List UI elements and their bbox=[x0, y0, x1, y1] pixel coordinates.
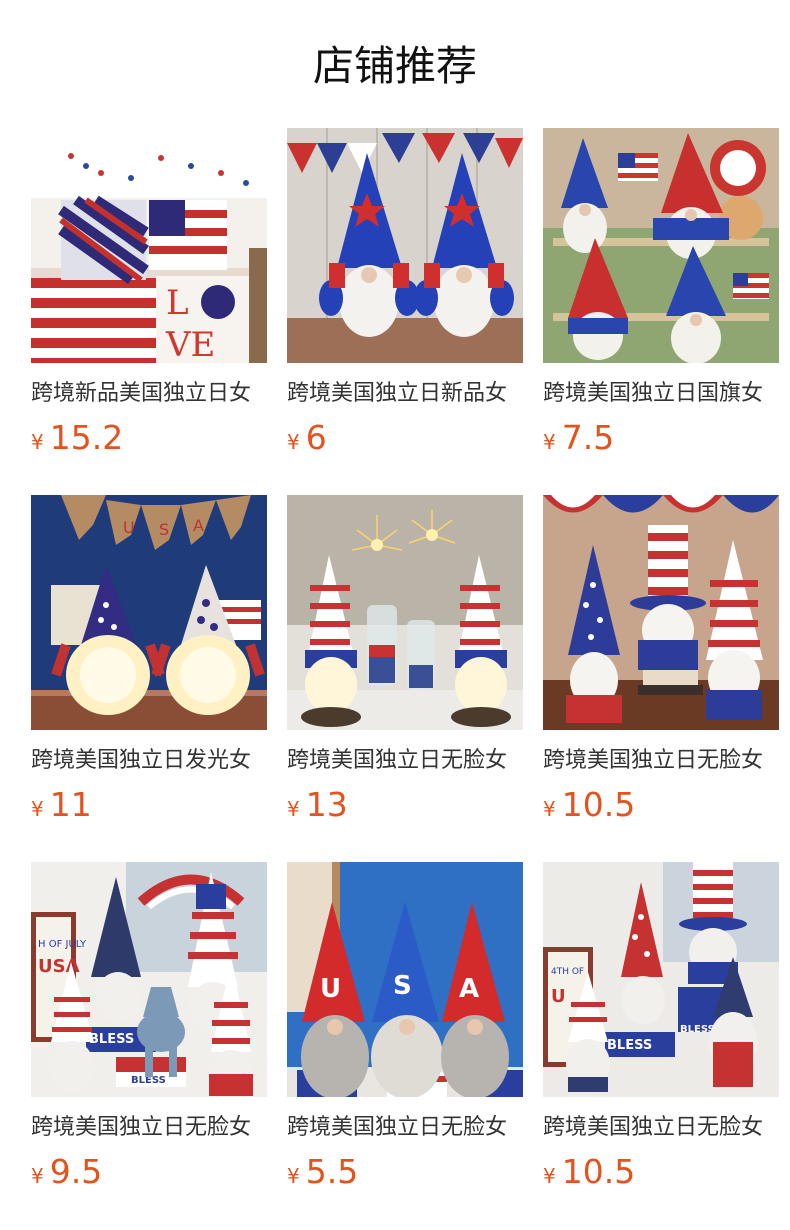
price-amount: 5.5 bbox=[305, 1152, 359, 1191]
product-card[interactable]: 跨境美国独立日新品女 ¥6 bbox=[287, 128, 523, 457]
product-card[interactable]: U S A 跨境美国独立日无脸女 ¥5.5 bbox=[287, 862, 523, 1191]
product-card[interactable]: U S A 跨境美国独立日发光女 ¥ 11 bbox=[31, 495, 267, 824]
product-price: ¥13 bbox=[287, 785, 523, 831]
svg-text:BLESS: BLESS bbox=[607, 1038, 652, 1053]
product-name[interactable]: 跨境美国独立日无脸女 bbox=[287, 1114, 523, 1142]
fourth-of-july-gnomes-image: H OF JULY USA BLESS BLESS bbox=[31, 862, 267, 1097]
svg-text:S: S bbox=[159, 520, 169, 539]
page-title: 店铺推荐 bbox=[313, 42, 477, 90]
product-price: ¥9.5 bbox=[31, 1152, 267, 1198]
uncle-sam-gnomes-image bbox=[543, 495, 779, 730]
product-name[interactable]: 跨境美国独立日国旗女 bbox=[543, 380, 779, 408]
price-amount: 9.5 bbox=[49, 1152, 103, 1191]
product-price: ¥7.5 bbox=[543, 418, 779, 464]
god-bless-gnomes-image: 4TH OF U BLESS BLESS bbox=[543, 862, 779, 1097]
product-card[interactable]: 4TH OF U BLESS BLESS 跨境美国独立日无脸女 ¥ 10.5 bbox=[543, 862, 779, 1191]
product-price: ¥10.5 bbox=[543, 785, 779, 831]
price-amount: 10.5 bbox=[561, 1152, 636, 1191]
product-name[interactable]: 跨境美国独立日发光女 bbox=[31, 747, 267, 775]
price-amount: 13 bbox=[305, 785, 348, 824]
svg-text:U: U bbox=[320, 974, 341, 1004]
svg-text:L: L bbox=[166, 283, 189, 323]
svg-text:4TH OF: 4TH OF bbox=[551, 967, 584, 977]
currency-symbol: ¥ bbox=[543, 1164, 556, 1188]
svg-text:BLESS: BLESS bbox=[680, 1024, 715, 1035]
usa-hat-gnomes-image: U S A bbox=[287, 862, 523, 1097]
price-amount: 11 bbox=[49, 785, 92, 824]
currency-symbol: ¥ bbox=[31, 797, 44, 821]
product-price: ¥10.5 bbox=[543, 1152, 779, 1198]
price-amount: 7.5 bbox=[561, 418, 615, 457]
product-card[interactable]: L VE 跨境新品美国独立日女 ¥15.2 bbox=[31, 128, 267, 457]
product-image[interactable] bbox=[287, 128, 523, 363]
product-name[interactable]: 跨境美国独立日无脸女 bbox=[543, 1114, 779, 1142]
svg-text:A: A bbox=[193, 516, 204, 535]
product-name[interactable]: 跨境美国独立日无脸女 bbox=[31, 1114, 267, 1142]
product-card[interactable]: 跨境美国独立日国旗女 ¥7.5 bbox=[543, 128, 779, 457]
price-amount: 15.2 bbox=[49, 418, 124, 457]
currency-symbol: ¥ bbox=[287, 797, 300, 821]
svg-text:H OF JULY: H OF JULY bbox=[38, 939, 87, 950]
product-price: ¥6 bbox=[287, 418, 523, 464]
price-amount: 10.5 bbox=[561, 785, 636, 824]
product-name[interactable]: 跨境美国独立日新品女 bbox=[287, 380, 523, 408]
price-amount: 6 bbox=[305, 418, 327, 457]
svg-text:VE: VE bbox=[165, 325, 215, 363]
product-image[interactable]: 4TH OF U BLESS BLESS bbox=[543, 862, 779, 1097]
blue-gnome-pair-image bbox=[287, 128, 523, 363]
svg-text:S: S bbox=[393, 971, 412, 1001]
product-card[interactable]: 跨境美国独立日无脸女 ¥13 bbox=[287, 495, 523, 824]
svg-text:U: U bbox=[551, 986, 566, 1007]
product-name[interactable]: 跨境美国独立日无脸女 bbox=[287, 747, 523, 775]
product-grid: L VE 跨境新品美国独立日女 ¥15.2 跨境美国独立日新品女 ¥ 6 跨境美… bbox=[31, 128, 779, 1191]
svg-text:U: U bbox=[123, 518, 135, 537]
product-card[interactable]: H OF JULY USA BLESS BLESS 跨境美国独立日无脸女 ¥ 9… bbox=[31, 862, 267, 1191]
product-image[interactable] bbox=[543, 128, 779, 363]
currency-symbol: ¥ bbox=[543, 430, 556, 454]
product-image[interactable]: U S A bbox=[287, 862, 523, 1097]
product-price: ¥11 bbox=[31, 785, 267, 831]
product-price: ¥15.2 bbox=[31, 418, 267, 464]
gnome-group-flags-image bbox=[543, 128, 779, 363]
currency-symbol: ¥ bbox=[31, 430, 44, 454]
patriotic-pillows-image: L VE bbox=[31, 128, 267, 363]
currency-symbol: ¥ bbox=[287, 430, 300, 454]
product-price: ¥5.5 bbox=[287, 1152, 523, 1198]
product-image[interactable] bbox=[287, 495, 523, 730]
product-image[interactable]: H OF JULY USA BLESS BLESS bbox=[31, 862, 267, 1097]
currency-symbol: ¥ bbox=[31, 1164, 44, 1188]
product-name[interactable]: 跨境新品美国独立日女 bbox=[31, 380, 267, 408]
product-image[interactable] bbox=[543, 495, 779, 730]
svg-text:BLESS: BLESS bbox=[89, 1032, 134, 1047]
product-image[interactable]: U S A bbox=[31, 495, 267, 730]
product-image[interactable]: L VE bbox=[31, 128, 267, 363]
glowing-gnome-pair-image: U S A bbox=[31, 495, 267, 730]
gnome-fireworks-image bbox=[287, 495, 523, 730]
currency-symbol: ¥ bbox=[287, 1164, 300, 1188]
product-name[interactable]: 跨境美国独立日无脸女 bbox=[543, 747, 779, 775]
product-card[interactable]: 跨境美国独立日无脸女 ¥10.5 bbox=[543, 495, 779, 824]
svg-text:A: A bbox=[459, 974, 479, 1004]
currency-symbol: ¥ bbox=[543, 797, 556, 821]
